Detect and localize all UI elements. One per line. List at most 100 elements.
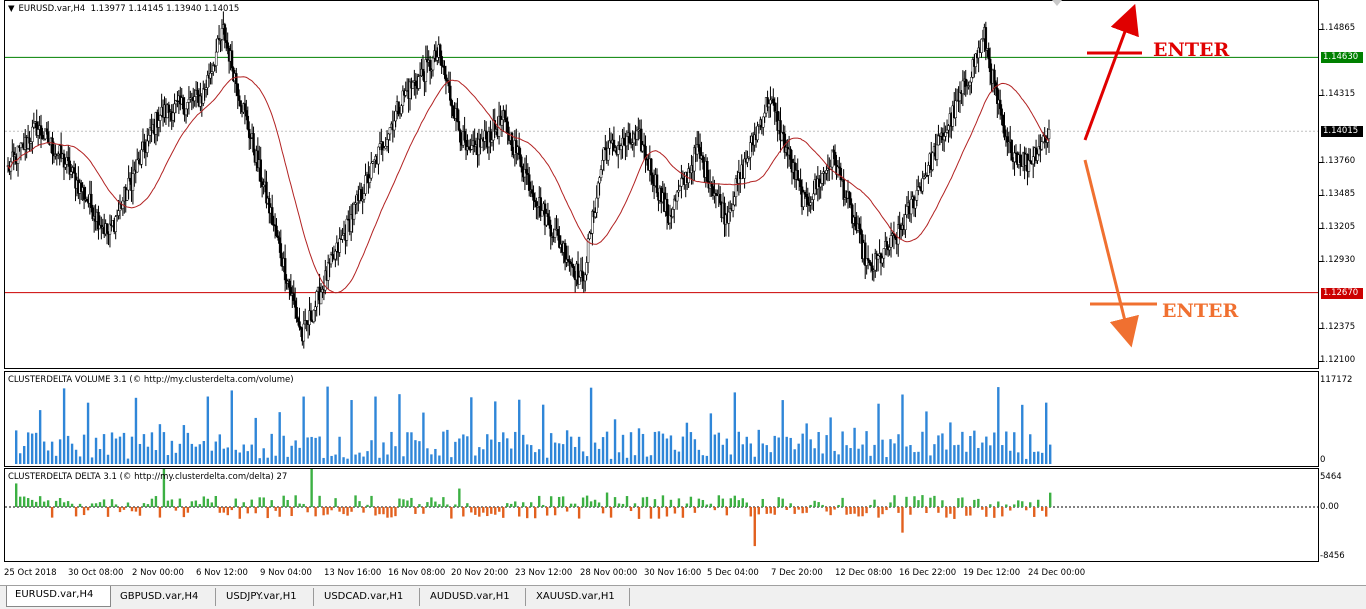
volume-bar bbox=[198, 444, 202, 464]
delta-bar bbox=[989, 504, 992, 507]
delta-bar bbox=[422, 507, 425, 514]
volume-bar bbox=[270, 433, 273, 464]
volume-bar bbox=[390, 431, 393, 464]
delta-bar bbox=[653, 499, 657, 507]
delta-bar bbox=[430, 497, 433, 507]
delta-bar bbox=[545, 507, 549, 516]
volume-bar bbox=[310, 436, 313, 464]
volume-bar bbox=[625, 457, 629, 464]
delta-bar bbox=[418, 504, 421, 507]
time-axis-label: 25 Oct 2018 bbox=[4, 568, 57, 578]
volume-indicator-pane[interactable]: CLUSTERDELTA VOLUME 3.1 (© http://my.clu… bbox=[4, 371, 1319, 467]
delta-bar bbox=[817, 502, 820, 507]
delta-bar bbox=[749, 507, 752, 517]
time-axis-label: 30 Nov 16:00 bbox=[644, 568, 702, 578]
volume-bar bbox=[518, 399, 521, 464]
volume-bar bbox=[382, 442, 385, 464]
current-price-tag: 1.14015 bbox=[1321, 126, 1363, 138]
delta-bar bbox=[1009, 507, 1012, 511]
delta-bar bbox=[953, 507, 956, 519]
volume-bar bbox=[869, 455, 872, 464]
volume-bar bbox=[234, 449, 237, 464]
volume-bar bbox=[809, 439, 812, 464]
volume-bar bbox=[897, 434, 900, 464]
delta-bar bbox=[1045, 507, 1048, 517]
volume-bar bbox=[178, 443, 182, 464]
delta-bar bbox=[62, 502, 66, 507]
chart-tab-gbpusd[interactable]: GBPUSD.var,H4 bbox=[112, 588, 216, 606]
volume-bar bbox=[893, 443, 896, 464]
volume-bar bbox=[917, 451, 920, 464]
volume-bar bbox=[74, 449, 78, 464]
volume-bar bbox=[849, 448, 852, 464]
volume-bar bbox=[170, 440, 174, 464]
delta-bar bbox=[769, 507, 772, 514]
delta-bar bbox=[206, 498, 210, 507]
volume-bar bbox=[565, 430, 569, 464]
delta-bar bbox=[993, 507, 996, 518]
delta-bar bbox=[42, 501, 46, 507]
delta-bar bbox=[853, 507, 856, 514]
delta-bar bbox=[789, 503, 792, 507]
volume-bar bbox=[78, 456, 82, 464]
delta-bar bbox=[949, 507, 952, 514]
delta-bar bbox=[557, 496, 561, 507]
volume-bar bbox=[733, 392, 737, 464]
volume-bar bbox=[502, 432, 505, 464]
delta-bar bbox=[865, 507, 868, 514]
volume-bar bbox=[789, 437, 792, 464]
volume-bar bbox=[761, 443, 764, 464]
volume-bar bbox=[653, 431, 657, 464]
volume-bar bbox=[522, 434, 525, 464]
volume-bar bbox=[118, 436, 122, 464]
delta-bar bbox=[1005, 504, 1008, 507]
volume-bar bbox=[557, 443, 561, 464]
delta-bar bbox=[597, 502, 601, 507]
delta-bar bbox=[845, 507, 848, 515]
chart-tab-usdcad[interactable]: USDCAD.var,H1 bbox=[316, 588, 420, 606]
chart-tab-eurusd[interactable]: EURUSD.var,H4 bbox=[6, 586, 111, 607]
volume-bar bbox=[729, 454, 733, 464]
delta-bar bbox=[1025, 507, 1028, 511]
volume-bar bbox=[829, 417, 832, 464]
volume-bar bbox=[753, 456, 756, 464]
volume-bar bbox=[981, 442, 984, 464]
time-axis[interactable]: 25 Oct 2018 30 Oct 08:00 2 Nov 00:00 6 Nov … bbox=[4, 563, 1319, 583]
volume-bar bbox=[374, 396, 377, 464]
delta-bar bbox=[849, 507, 852, 515]
delta-axis-max: 5464 bbox=[1320, 472, 1342, 482]
delta-bar bbox=[322, 507, 325, 516]
volume-bar bbox=[993, 432, 996, 464]
volume-bar bbox=[1021, 404, 1024, 464]
delta-bar bbox=[825, 507, 828, 512]
delta-bar bbox=[821, 504, 824, 507]
volume-bar bbox=[278, 412, 281, 464]
volume-bars-svg bbox=[15, 386, 1052, 464]
chart-tab-xauusd[interactable]: XAUUSD.var,H1 bbox=[528, 588, 630, 606]
delta-bar bbox=[342, 507, 345, 515]
volume-bar bbox=[633, 455, 637, 464]
delta-bar bbox=[230, 507, 233, 511]
time-axis-label: 2 Nov 00:00 bbox=[132, 568, 184, 578]
chart-tab-usdjpy[interactable]: USDJPY.var,H1 bbox=[218, 588, 314, 606]
delta-bars-svg bbox=[5, 469, 1318, 547]
delta-bar bbox=[977, 498, 980, 507]
price-axis-label: 1.12100 bbox=[1320, 355, 1356, 365]
volume-bar bbox=[1001, 445, 1004, 464]
delta-bar bbox=[310, 469, 313, 507]
delta-bar bbox=[482, 507, 485, 513]
delta-bar bbox=[122, 507, 126, 510]
delta-bar bbox=[82, 507, 86, 516]
volume-bar bbox=[370, 440, 373, 464]
delta-bar bbox=[533, 507, 537, 519]
chart-tab-bar: EURUSD.var,H4 GBPUSD.var,H4 USDJPY.var,H1 U… bbox=[0, 585, 1366, 609]
volume-bar bbox=[190, 443, 194, 464]
volume-bar bbox=[765, 445, 768, 464]
chart-tab-audusd[interactable]: AUDUSD.var,H1 bbox=[422, 588, 526, 606]
delta-bar bbox=[761, 498, 764, 507]
delta-bar bbox=[470, 507, 473, 513]
delta-indicator-pane[interactable]: CLUSTERDELTA DELTA 3.1 (© http://my.clus… bbox=[4, 468, 1319, 562]
delta-bar bbox=[861, 507, 864, 517]
volume-bar bbox=[837, 454, 840, 464]
volume-bar bbox=[873, 444, 876, 464]
